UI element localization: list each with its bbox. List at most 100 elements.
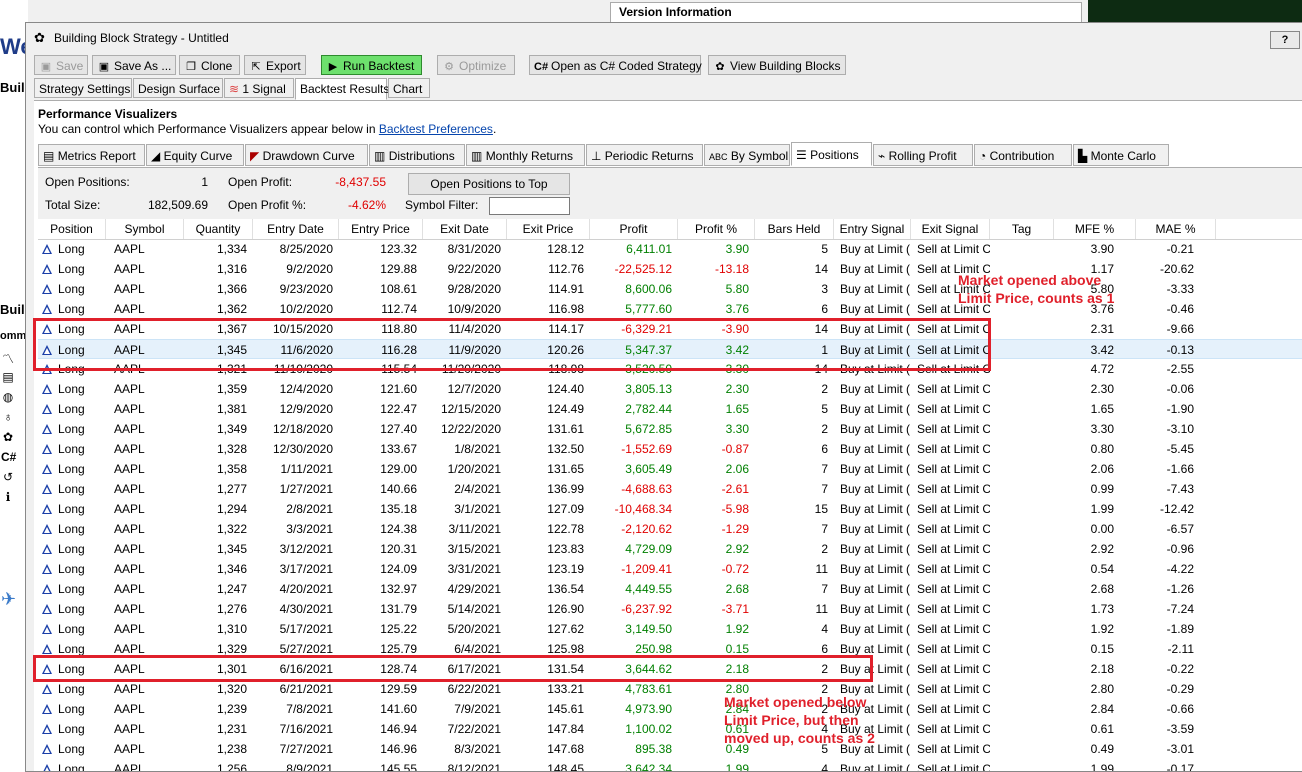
table-row[interactable]: Long AAPL 1,294 2/8/2021 135.18 3/1/2021 127.0… <box>38 499 1302 519</box>
column-header-exit-price[interactable]: Exit Price <box>507 219 590 239</box>
cell-exit-signal: Sell at Limit C <box>917 442 990 456</box>
blocks-icon[interactable]: ✿ <box>1 430 15 444</box>
table-row[interactable]: Long AAPL 1,320 6/21/2021 129.59 6/22/2021 133… <box>38 679 1302 699</box>
cell-position: Long <box>38 719 106 739</box>
cell-exit-price: 123.19 <box>547 562 584 576</box>
tab-rolling-profit[interactable]: ⌁ Rolling Profit <box>873 144 973 166</box>
table-row[interactable]: Long AAPL 1,349 12/18/2020 127.40 12/22/2020 1… <box>38 419 1302 439</box>
database-icon[interactable]: ▤ <box>1 370 15 384</box>
column-header-position[interactable]: Position <box>38 219 106 239</box>
table-row[interactable]: Long AAPL 1,247 4/20/2021 132.97 4/29/2021 136… <box>38 579 1302 599</box>
table-row[interactable]: Long AAPL 1,345 3/12/2021 120.31 3/15/2021 123… <box>38 539 1302 559</box>
table-row[interactable]: Long AAPL 1,310 5/17/2021 125.22 5/20/2021 127… <box>38 619 1302 639</box>
tab-equity-curve[interactable]: ◢ Equity Curve <box>146 144 244 166</box>
symbol-filter-input[interactable] <box>489 197 570 215</box>
csharp-icon[interactable]: C# <box>1 450 16 464</box>
column-header-symbol[interactable]: Symbol <box>106 219 184 239</box>
table-row[interactable]: Long AAPL 1,277 1/27/2021 140.66 2/4/2021 136.… <box>38 479 1302 499</box>
tab-chart[interactable]: Chart <box>388 78 430 98</box>
table-row[interactable]: Long AAPL 1,346 3/17/2021 124.09 3/31/2021 123… <box>38 559 1302 579</box>
cell-symbol: AAPL <box>114 422 145 436</box>
long-position-icon <box>42 444 52 454</box>
column-header-entry-price[interactable]: Entry Price <box>339 219 423 239</box>
cell-profit: -22,525.12 <box>614 262 672 276</box>
tab-monthly-returns[interactable]: ▥ Monthly Returns <box>466 144 585 166</box>
table-row[interactable]: Long AAPL 1,334 8/25/2020 123.32 8/31/2020 128… <box>38 239 1302 259</box>
column-header-mae-pct[interactable]: MAE % <box>1136 219 1216 239</box>
column-header-profit[interactable]: Profit <box>590 219 678 239</box>
save-button[interactable]: ▣ Save <box>34 55 88 75</box>
table-row[interactable]: Long AAPL 1,231 7/16/2021 146.94 7/22/2021 147… <box>38 719 1302 739</box>
open-csharp-button[interactable]: C# Open as C# Coded Strategy <box>529 55 702 75</box>
cell-entry-signal: Buy at Limit ( <box>840 542 911 556</box>
tab-design-surface[interactable]: Design Surface <box>133 78 223 98</box>
long-position-icon <box>42 524 52 534</box>
view-building-blocks-button[interactable]: ✿ View Building Blocks <box>708 55 846 75</box>
tab-distributions[interactable]: ▥ Distributions <box>369 144 465 166</box>
save-as-button[interactable]: ▣ Save As ... <box>92 55 176 75</box>
tab-backtest-results[interactable]: Backtest Results <box>295 78 389 100</box>
tab-monte-carlo[interactable]: ▙ Monte Carlo <box>1073 144 1169 166</box>
cell-bars-held: 14 <box>814 262 828 276</box>
positions-summary: Open Positions: 1 Open Profit: -8,437.55… <box>38 167 1302 220</box>
column-header-profit-pct[interactable]: Profit % <box>678 219 755 239</box>
cell-symbol: AAPL <box>114 622 145 636</box>
column-header-entry-date[interactable]: Entry Date <box>253 219 339 239</box>
bulb-icon[interactable]: ♁ <box>1 410 15 424</box>
table-row[interactable]: Long AAPL 1,256 8/9/2021 145.55 8/12/2021 148.… <box>38 759 1302 771</box>
column-header-bars-held[interactable]: Bars Held <box>755 219 834 239</box>
tab-drawdown-curve[interactable]: ◤ Drawdown Curve <box>245 144 368 166</box>
cell-tag <box>990 699 1054 719</box>
column-header-exit-date[interactable]: Exit Date <box>423 219 507 239</box>
tab-periodic-returns[interactable]: ⊥ Periodic Returns <box>586 144 703 166</box>
table-row[interactable]: Long AAPL 1,238 7/27/2021 146.96 8/3/2021 147.… <box>38 739 1302 759</box>
optimize-button[interactable]: ⚙ Optimize <box>437 55 515 75</box>
tab-strategy-settings[interactable]: Strategy Settings <box>34 78 132 98</box>
table-row[interactable]: Long AAPL 1,328 12/30/2020 133.67 1/8/2021 132… <box>38 439 1302 459</box>
cell-mae-pct: -0.17 <box>1166 762 1194 771</box>
backtest-preferences-link[interactable]: Backtest Preferences <box>379 122 493 136</box>
position-text: Long <box>58 402 85 416</box>
run-backtest-button[interactable]: ▶ Run Backtest <box>321 55 422 75</box>
cell-profit: 4,783.61 <box>625 682 672 696</box>
tab-by-symbol[interactable]: ABC By Symbol <box>704 144 790 166</box>
export-button[interactable]: ⇱ Export <box>244 55 306 75</box>
cell-tag <box>990 599 1054 619</box>
drawdown-icon: ◤ <box>250 149 260 163</box>
undo-icon[interactable]: ↺ <box>1 470 15 484</box>
tab-label: Distributions <box>388 149 455 163</box>
globe-icon[interactable]: ◍ <box>1 390 15 404</box>
tab-signal[interactable]: ≋ 1 Signal <box>224 78 294 98</box>
cell-bars-held: 5 <box>821 242 828 256</box>
tab-label: Drawdown Curve <box>262 149 355 163</box>
cell-mfe-pct: 1.65 <box>1090 402 1114 416</box>
table-row[interactable]: Long AAPL 1,359 12/4/2020 121.60 12/7/2020 124… <box>38 379 1302 399</box>
tab-contribution[interactable]: ◔ Contribution <box>974 144 1072 166</box>
cell-exit-price: 116.98 <box>548 302 584 316</box>
table-row[interactable]: Long AAPL 1,358 1/11/2021 129.00 1/20/2021 131… <box>38 459 1302 479</box>
help-button[interactable]: ? <box>1270 31 1300 49</box>
table-row[interactable]: Long AAPL 1,239 7/8/2021 141.60 7/9/2021 145.6… <box>38 699 1302 719</box>
column-header-entry-signal[interactable]: Entry Signal <box>834 219 911 239</box>
cell-entry-price: 124.38 <box>380 522 417 536</box>
cell-exit-price: 145.61 <box>547 702 584 716</box>
table-row[interactable]: Long AAPL 1,322 3/3/2021 124.38 3/11/2021 122.… <box>38 519 1302 539</box>
long-position-icon <box>42 624 52 634</box>
info-icon[interactable]: ℹ <box>1 490 15 504</box>
tab-label: Positions <box>810 148 859 162</box>
cell-mae-pct: -0.13 <box>1166 343 1194 357</box>
cell-entry-signal: Buy at Limit ( <box>840 762 911 771</box>
table-row[interactable]: Long AAPL 1,276 4/30/2021 131.79 5/14/2021 126… <box>38 599 1302 619</box>
visualizers-subtitle: You can control which Performance Visual… <box>38 122 496 136</box>
chart-icon[interactable]: 〽 <box>1 352 15 366</box>
column-header-tag[interactable]: Tag <box>990 219 1054 239</box>
column-header-exit-signal[interactable]: Exit Signal <box>911 219 990 239</box>
tab-metrics-report[interactable]: ▤ Metrics Report <box>38 144 145 166</box>
open-positions-to-top-button[interactable]: Open Positions to Top <box>408 173 570 195</box>
tab-positions[interactable]: ☰ Positions <box>791 142 872 166</box>
column-header-quantity[interactable]: Quantity <box>184 219 253 239</box>
column-header-mfe-pct[interactable]: MFE % <box>1054 219 1136 239</box>
cell-position: Long <box>38 579 106 599</box>
clone-button[interactable]: ❐ Clone <box>179 55 240 75</box>
table-row[interactable]: Long AAPL 1,381 12/9/2020 122.47 12/15/2020 12… <box>38 399 1302 419</box>
